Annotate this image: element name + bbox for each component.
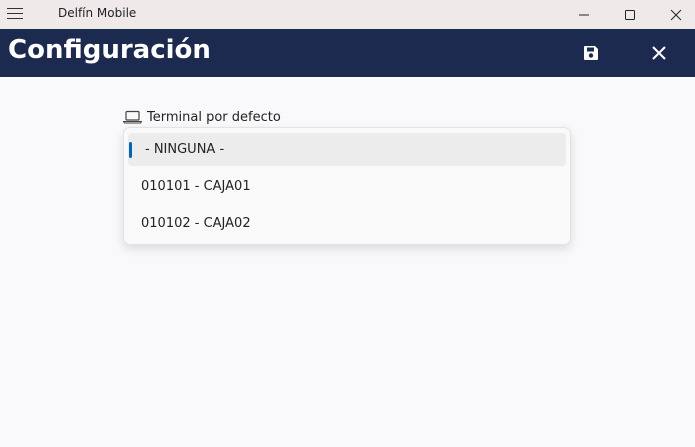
page-title: Configuración — [8, 35, 211, 65]
selection-indicator — [129, 142, 132, 158]
minimize-button[interactable] — [561, 0, 607, 29]
option-label: 010101 - CAJA01 — [141, 179, 251, 194]
minimize-icon — [579, 14, 589, 15]
maximize-button[interactable] — [607, 0, 653, 29]
hamburger-menu-icon[interactable] — [7, 8, 23, 20]
close-window-icon — [670, 9, 682, 20]
close-button[interactable] — [646, 40, 672, 66]
window-titlebar: Delfín Mobile — [0, 0, 695, 29]
terminal-dropdown-list[interactable]: - NINGUNA - 010101 - CAJA01 010102 - CAJ… — [123, 127, 571, 245]
dropdown-option-caja02[interactable]: 010102 - CAJA02 — [128, 207, 566, 240]
terminal-field-label: Terminal por defecto — [123, 108, 281, 126]
dropdown-option-ninguna[interactable]: - NINGUNA - — [128, 133, 566, 166]
field-label-text: Terminal por defecto — [147, 109, 281, 125]
save-button[interactable] — [578, 40, 604, 66]
dropdown-option-caja01[interactable]: 010101 - CAJA01 — [128, 170, 566, 203]
option-label: - NINGUNA - — [145, 142, 225, 157]
app-title: Delfín Mobile — [58, 6, 137, 20]
save-icon — [584, 46, 598, 60]
maximize-icon — [625, 9, 635, 20]
option-label: 010102 - CAJA02 — [141, 216, 251, 231]
laptop-icon — [123, 110, 142, 124]
close-window-button[interactable] — [653, 0, 695, 29]
page-header: Configuración — [0, 29, 695, 77]
close-icon — [652, 46, 666, 60]
